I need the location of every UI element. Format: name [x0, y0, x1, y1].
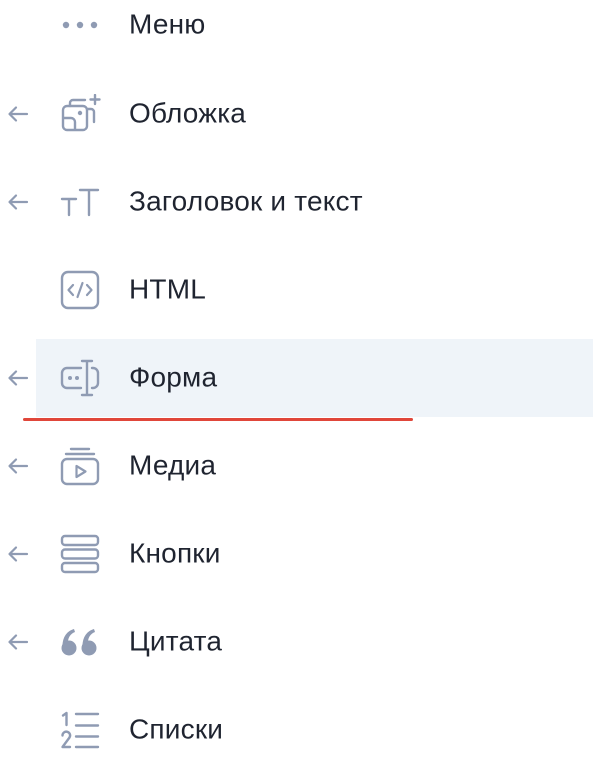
menu-item-label: Цитата	[129, 625, 223, 657]
menu-item-media[interactable]: Медиа	[8, 427, 593, 505]
menu-item-label: Списки	[129, 713, 224, 745]
menu-item-menu[interactable]: Меню	[36, 0, 593, 64]
menu-item-form[interactable]: Форма	[8, 339, 593, 417]
menu-item-label: Меню	[129, 8, 206, 40]
menu-item-lists[interactable]: Списки	[36, 691, 593, 769]
menu-item-label: Медиа	[129, 449, 217, 481]
arrow-left-icon	[6, 632, 30, 652]
arrow-left-icon	[6, 456, 30, 476]
quote-icon	[59, 622, 101, 662]
menu-item-label: HTML	[129, 273, 207, 305]
menu-item-label: Заголовок и текст	[129, 185, 363, 217]
menu-item-buttons[interactable]: Кнопки	[8, 515, 593, 593]
menu-item-heading-text[interactable]: Заголовок и текст	[8, 163, 593, 241]
active-item-underline	[23, 418, 413, 421]
menu-item-cover[interactable]: Обложка	[8, 75, 593, 153]
cover-icon	[59, 94, 101, 134]
form-field-icon	[59, 358, 101, 398]
arrow-left-icon	[6, 104, 30, 124]
text-size-icon	[59, 182, 101, 222]
arrow-left-icon	[6, 368, 30, 388]
menu-item-html[interactable]: HTML	[36, 251, 593, 329]
menu-item-label: Форма	[129, 361, 218, 393]
dots-icon	[59, 5, 101, 45]
buttons-icon	[59, 534, 101, 574]
arrow-left-icon	[6, 544, 30, 564]
code-icon	[59, 270, 101, 310]
menu-item-label: Кнопки	[129, 537, 221, 569]
media-icon	[59, 446, 101, 486]
block-type-menu: Меню Обложка Заголовок и текст HTML Форм…	[0, 0, 593, 784]
menu-item-quote[interactable]: Цитата	[8, 603, 593, 681]
numbered-list-icon	[59, 710, 101, 750]
menu-item-label: Обложка	[129, 97, 247, 129]
arrow-left-icon	[6, 192, 30, 212]
